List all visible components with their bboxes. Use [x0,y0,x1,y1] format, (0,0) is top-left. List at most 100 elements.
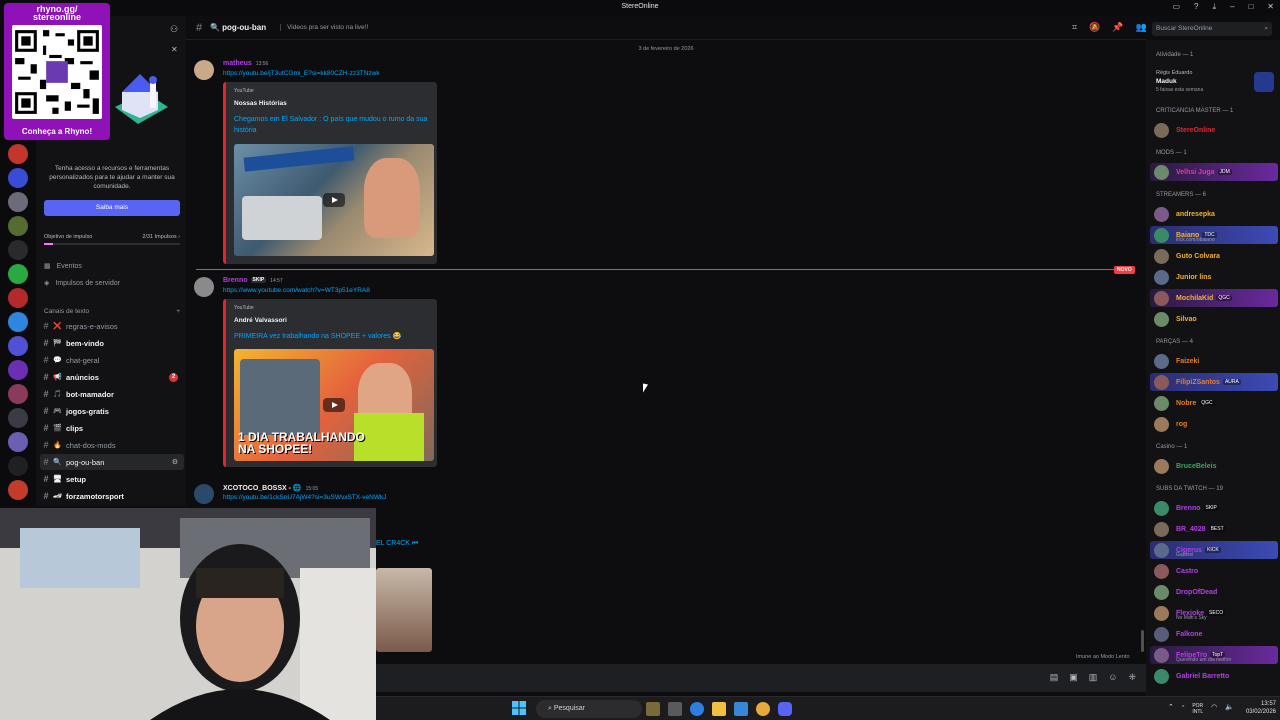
member-item[interactable]: BruceBeleis [1150,457,1278,475]
member-item[interactable]: DropOfDead [1150,583,1278,601]
video-thumbnail[interactable]: 1 DIA TRABALHANDO NA SHOPEE! [234,349,434,461]
member-item[interactable]: rog [1150,415,1278,433]
embed-title[interactable]: EL CR4CK ⏮ [376,540,418,548]
avatar[interactable] [194,484,214,504]
server-icon[interactable] [8,192,28,212]
member-item[interactable]: Guto Colvara [1150,247,1278,265]
channel-item[interactable]: # 💬 chat-geral [40,352,184,368]
member-item[interactable]: BR_4028 BEST [1150,520,1278,538]
server-boosts-link[interactable]: ◈ Impulsos de servidor [44,279,120,288]
member-item[interactable]: Nobre QGC [1150,394,1278,412]
server-icon[interactable] [8,144,28,164]
embed-author[interactable]: André Valvassori [234,317,287,324]
message-author[interactable]: Brenno SKIP 14:57 [223,277,283,284]
channel-item[interactable]: # 🖥 setup [40,471,184,487]
member-item[interactable]: Junior lins [1150,268,1278,286]
member-item[interactable]: FelipeTro TopT Querendo um dia melhor [1150,646,1278,664]
search-input[interactable]: Buscar StereOnline ⌕ [1152,22,1272,36]
avatar[interactable] [194,277,214,297]
channel-item[interactable]: # 🎬 clips [40,420,184,436]
member-item[interactable]: Gabriel Barretto [1150,667,1278,685]
member-item[interactable]: andresepka [1150,205,1278,223]
store-icon[interactable] [734,702,748,716]
member-item[interactable]: Castro [1150,562,1278,580]
server-icon[interactable] [8,480,28,500]
member-item[interactable]: Cigerus KICK Gabiriel [1150,541,1278,559]
discord-icon[interactable] [778,702,792,716]
category-text-channels[interactable]: Canais de texto + [44,308,180,315]
member-item[interactable]: Silvao [1150,310,1278,328]
avatar[interactable] [194,60,214,80]
chevron-up-icon[interactable]: ⌃ [1168,703,1174,715]
server-icon[interactable] [8,408,28,428]
server-icon[interactable] [8,264,28,284]
language-indicator[interactable]: POR INTL [1192,703,1203,715]
embed-author[interactable]: Nossas Histórias [234,100,287,107]
minimize-icon[interactable]: – [1230,2,1234,12]
message-link[interactable]: https://youtu.be/1ckSnU7AjW4?si=3uSWvxST… [223,494,386,501]
channel-item[interactable]: # 🎮 jogos-gratis [40,403,184,419]
boost-goal[interactable]: Objetivo de impulso 2/31 Impulsos › [44,234,180,240]
activity-card[interactable]: Régis Eduardo Maduk 5 faixas esta semana [1156,70,1278,100]
gift-icon[interactable]: ▣ [1069,672,1078,683]
settings-icon[interactable]: ⚙ [172,458,178,466]
channel-item[interactable]: # ❌ regras-e-avisos [40,318,184,334]
close-icon[interactable]: ✕ [171,45,178,54]
edge-icon[interactable] [690,702,704,716]
video-thumbnail[interactable] [376,568,432,652]
events-link[interactable]: ▦ Eventos [44,262,82,271]
server-icon[interactable] [8,336,28,356]
member-item[interactable]: StereOnline [1150,121,1278,139]
threads-icon[interactable]: ⌗ [1072,22,1077,33]
widget-icon[interactable] [646,702,660,716]
taskbar-search[interactable]: ⌕ Pesquisar [536,700,642,718]
play-icon[interactable] [323,398,345,412]
scrollbar[interactable] [1141,630,1144,652]
server-icon[interactable] [8,168,28,188]
server-icon[interactable] [8,288,28,308]
member-item[interactable]: MochilaKid QGC [1150,289,1278,307]
server-icon[interactable] [8,456,28,476]
message-link[interactable]: https://youtu.be/jT3utCGmi_E?si=kk80CZH-… [223,70,380,77]
invite-icon[interactable]: ⚇ [170,24,178,35]
windows-start-icon[interactable] [512,701,526,715]
server-icon[interactable] [8,312,28,332]
member-item[interactable]: Baiano TDC kick.com/obaiano [1150,226,1278,244]
clock[interactable]: 13:57 03/02/2026 [1246,700,1276,716]
member-item[interactable]: Brenno SKIP [1150,499,1278,517]
member-item[interactable]: Flexjoke SECO No Man's Sky [1150,604,1278,622]
notifications-icon[interactable]: 🔕 [1089,22,1100,33]
message-author[interactable]: XCOTOCO_BOSSX - 🌐 15:05 [223,484,318,492]
channel-item[interactable]: # 🎵 bot-mamador [40,386,184,402]
members-icon[interactable]: 👥 [1136,22,1147,33]
apps-icon[interactable]: ▤ [1050,672,1059,683]
video-thumbnail[interactable] [234,144,434,256]
download-icon[interactable]: ⤓ [1212,2,1216,12]
server-icon[interactable] [8,384,28,404]
play-icon[interactable] [323,193,345,207]
inbox-icon[interactable]: ▭ [1172,2,1180,12]
location-icon[interactable]: ◦ [1182,703,1184,715]
pin-icon[interactable]: 📌 [1112,22,1123,33]
help-icon[interactable]: ? [1194,2,1198,12]
member-item[interactable]: FilipiZSantos AURA [1150,373,1278,391]
message-link[interactable]: https://www.youtube.com/watch?v=WT3p51eY… [223,287,370,294]
server-icon[interactable] [8,240,28,260]
embed-title[interactable]: Chegamos em El Salvador : O país que mud… [234,114,434,136]
message-author[interactable]: matheus 13:56 [223,60,268,67]
server-icon[interactable] [8,216,28,236]
channel-item[interactable]: # 🔥 chat-dos-mods [40,437,184,453]
gif-icon[interactable]: ▥ [1089,672,1098,683]
maximize-icon[interactable]: □ [1248,2,1253,12]
add-channel-icon[interactable]: + [176,308,180,315]
sticker-icon[interactable]: ☺ [1108,672,1117,683]
server-icon[interactable] [8,360,28,380]
server-icon[interactable] [8,432,28,452]
member-item[interactable]: Faizeki [1150,352,1278,370]
embed-title[interactable]: PRIMEIRA vez trabalhando na SHOPEE + val… [234,331,434,342]
member-item[interactable]: Velhsi Juga JDM [1150,163,1278,181]
learn-more-button[interactable]: Saiba mais [44,200,180,216]
message-composer[interactable]: ▤ ▣ ▥ ☺ ⁜ [376,664,1146,692]
channel-item[interactable]: # 🏎 forzamotorsport [40,488,184,504]
member-item[interactable]: Falkone [1150,625,1278,643]
